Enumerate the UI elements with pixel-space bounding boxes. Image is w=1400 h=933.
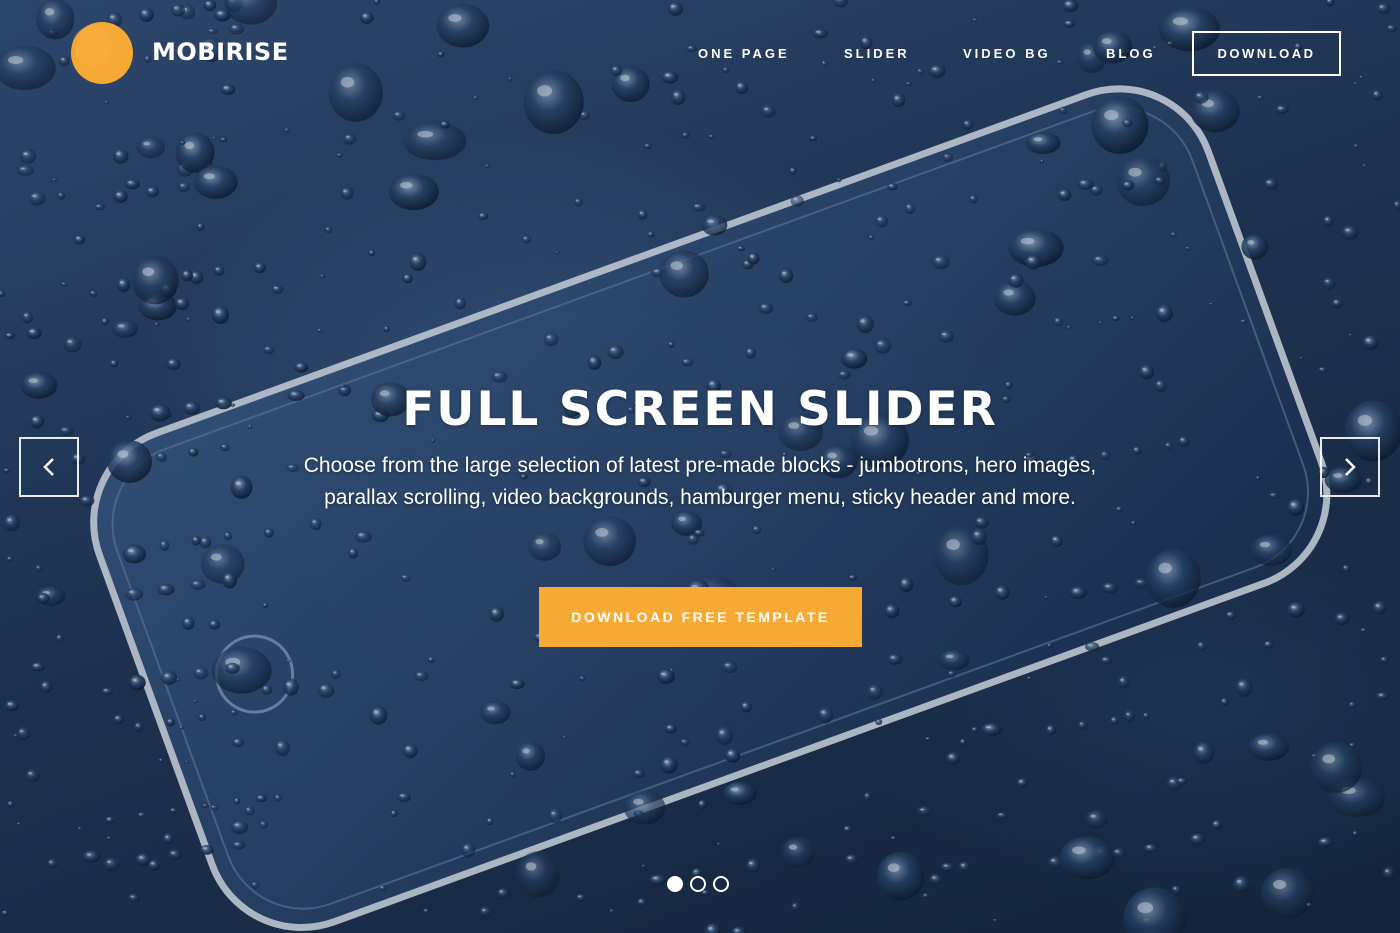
- chevron-left-icon: [43, 458, 54, 476]
- navbar: MOBIRISE ONE PAGE SLIDER VIDEO BG BLOG D…: [0, 0, 1400, 108]
- slide-indicator-1[interactable]: [667, 876, 683, 892]
- slide-indicators: [667, 876, 729, 892]
- nav-item-blog[interactable]: BLOG: [1106, 46, 1156, 61]
- chevron-right-icon: [1345, 458, 1356, 476]
- slide-subtitle: Choose from the large selection of lates…: [303, 454, 1097, 509]
- download-button[interactable]: DOWNLOAD: [1192, 31, 1341, 76]
- prev-slide-button[interactable]: [19, 437, 79, 497]
- download-free-template-button[interactable]: DOWNLOAD FREE TEMPLATE: [539, 587, 862, 647]
- mobirise-logo-icon[interactable]: [66, 20, 134, 84]
- nav-item-one-page[interactable]: ONE PAGE: [698, 46, 790, 61]
- nav-item-slider[interactable]: SLIDER: [844, 46, 910, 61]
- slide-indicator-3[interactable]: [713, 876, 729, 892]
- slide-title: FULL SCREEN SLIDER: [402, 382, 998, 437]
- next-slide-button[interactable]: [1320, 437, 1380, 497]
- brand-name[interactable]: MOBIRISE: [152, 38, 289, 66]
- slide-indicator-2[interactable]: [690, 876, 706, 892]
- nav-item-video-bg[interactable]: VIDEO BG: [963, 46, 1051, 61]
